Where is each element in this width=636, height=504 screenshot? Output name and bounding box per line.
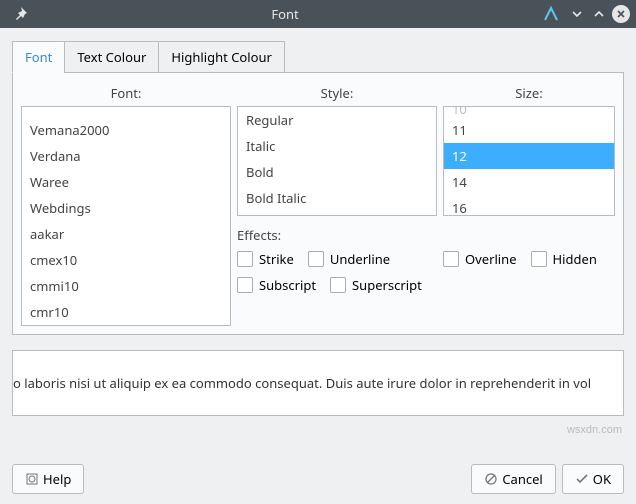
- checkbox-icon: [237, 251, 253, 267]
- list-item[interactable]: Bold Italic: [238, 185, 436, 211]
- size-listbox[interactable]: 10 11 12 14 16: [443, 106, 615, 216]
- app-logo-icon: [542, 5, 560, 23]
- checkbox-label: Underline: [330, 250, 390, 268]
- list-item[interactable]: Webdings: [22, 195, 230, 221]
- tab-highlight-colour[interactable]: Highlight Colour: [158, 41, 285, 73]
- list-item[interactable]: 11: [444, 117, 614, 143]
- underline-checkbox[interactable]: Underline: [308, 250, 390, 268]
- checkbox-icon: [443, 251, 459, 267]
- overline-checkbox[interactable]: Overline: [443, 250, 517, 268]
- list-item[interactable]: cmex10: [22, 247, 230, 273]
- list-item[interactable]: Verdana: [22, 143, 230, 169]
- list-item[interactable]: Vemana2000: [22, 117, 230, 143]
- strike-checkbox[interactable]: Strike: [237, 250, 294, 268]
- checkbox-icon: [237, 277, 253, 293]
- effects-label: Effects:: [237, 226, 437, 244]
- size-header: Size:: [443, 81, 615, 106]
- list-item[interactable]: cmmi10: [22, 273, 230, 299]
- checkbox-label: Overline: [465, 250, 517, 268]
- superscript-checkbox[interactable]: Superscript: [330, 276, 422, 294]
- list-item[interactable]: cmr10: [22, 299, 230, 325]
- tab-content: Font: Vemana2000 Verdana Waree Webdings …: [12, 72, 624, 335]
- close-icon: [612, 5, 630, 23]
- cancel-icon: [484, 472, 498, 486]
- checkbox-icon: [531, 251, 547, 267]
- ok-icon: [575, 472, 589, 486]
- tab-bar: Font Text Colour Highlight Colour: [12, 40, 624, 72]
- hidden-checkbox[interactable]: Hidden: [531, 250, 597, 268]
- style-listbox[interactable]: Regular Italic Bold Bold Italic: [237, 106, 437, 216]
- help-icon: [25, 472, 39, 486]
- list-item[interactable]: Bold: [238, 159, 436, 185]
- watermark: wsxdn.com: [567, 424, 622, 436]
- list-item[interactable]: Regular: [238, 107, 436, 133]
- help-button[interactable]: Help: [12, 464, 84, 494]
- list-item[interactable]: 12: [444, 143, 614, 169]
- font-header: Font:: [21, 81, 231, 106]
- tab-text-colour[interactable]: Text Colour: [64, 41, 159, 73]
- subscript-checkbox[interactable]: Subscript: [237, 276, 316, 294]
- checkbox-label: Subscript: [259, 276, 316, 294]
- list-item[interactable]: Waree: [22, 169, 230, 195]
- titlebar: Font: [0, 0, 636, 28]
- button-label: Help: [43, 470, 71, 488]
- checkbox-label: Strike: [259, 250, 294, 268]
- button-label: Cancel: [502, 470, 542, 488]
- button-label: OK: [593, 470, 611, 488]
- window-title: Font: [28, 5, 542, 23]
- close-button[interactable]: [612, 5, 630, 23]
- checkbox-label: Superscript: [352, 276, 422, 294]
- list-item[interactable]: [22, 107, 230, 117]
- list-item[interactable]: 14: [444, 169, 614, 195]
- dialog-body: Font Text Colour Highlight Colour Font: …: [0, 28, 636, 454]
- list-item[interactable]: 16: [444, 195, 614, 216]
- preview-text: o laboris nisi ut aliquip ex ea commodo …: [13, 374, 591, 392]
- preview-box: o laboris nisi ut aliquip ex ea commodo …: [12, 350, 624, 416]
- button-bar: Help Cancel OK: [0, 454, 636, 504]
- checkbox-label: Hidden: [553, 250, 597, 268]
- effects-blank: [443, 226, 615, 244]
- ok-button[interactable]: OK: [562, 464, 624, 494]
- pin-icon[interactable]: [12, 6, 28, 22]
- font-listbox[interactable]: Vemana2000 Verdana Waree Webdings aakar …: [21, 106, 231, 326]
- list-item[interactable]: aakar: [22, 221, 230, 247]
- chevron-down-icon[interactable]: [568, 5, 586, 23]
- style-header: Style:: [237, 81, 437, 106]
- list-item[interactable]: Italic: [238, 133, 436, 159]
- chevron-up-icon[interactable]: [590, 5, 608, 23]
- list-item[interactable]: cmsy10: [22, 325, 230, 326]
- checkbox-icon: [308, 251, 324, 267]
- cancel-button[interactable]: Cancel: [471, 464, 555, 494]
- tab-font[interactable]: Font: [12, 41, 65, 73]
- checkbox-icon: [330, 277, 346, 293]
- list-item[interactable]: 10: [444, 107, 614, 117]
